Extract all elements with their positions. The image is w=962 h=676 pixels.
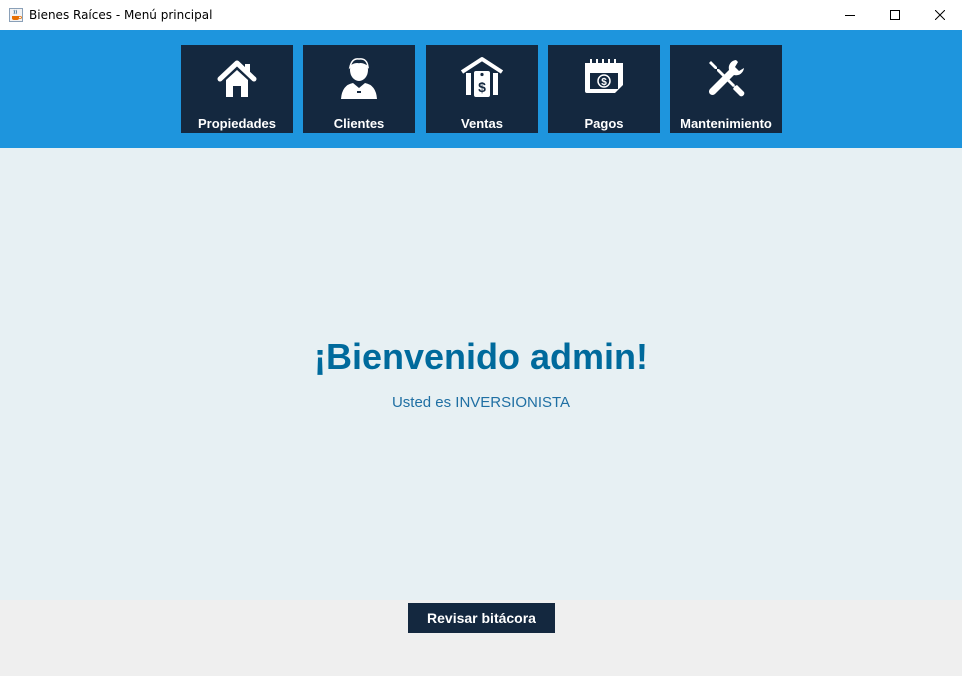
svg-text:$: $ [601, 77, 607, 88]
user-icon [341, 58, 377, 99]
minimize-button[interactable] [827, 0, 872, 30]
nav-button-propiedades[interactable]: Propiedades [181, 45, 293, 133]
maximize-button[interactable] [872, 0, 917, 30]
welcome-heading: ¡Bienvenido admin! [313, 336, 649, 377]
review-log-button[interactable]: Revisar bitácora [408, 603, 555, 633]
user-role-text: Usted es INVERSIONISTA [391, 394, 571, 411]
nav-label: Pagos [584, 116, 624, 131]
nav-button-clientes[interactable]: Clientes [303, 45, 415, 133]
close-button[interactable] [917, 0, 962, 30]
nav-label: Mantenimiento [680, 116, 772, 131]
house-icon [217, 60, 257, 97]
nav-button-pagos[interactable]: $ Pagos [548, 45, 660, 133]
main-menu-toolbar: Propiedades Clientes $ Ventas $ Pagos Ma… [0, 30, 962, 148]
nav-label: Ventas [461, 116, 503, 131]
house-dollar-icon: $ [460, 57, 504, 97]
tools-icon [708, 60, 745, 97]
nav-button-mantenimiento[interactable]: Mantenimiento [670, 45, 782, 133]
minimize-icon [844, 15, 855, 16]
title-bar[interactable]: Bienes Raíces - Menú principal [0, 0, 962, 30]
svg-text:$: $ [478, 79, 486, 95]
welcome-panel: ¡Bienvenido admin! Usted es INVERSIONIST… [0, 148, 962, 600]
nav-label: Clientes [333, 116, 385, 131]
maximize-icon [889, 10, 900, 20]
java-coffee-icon [9, 8, 23, 22]
nav-label: Propiedades [197, 116, 277, 131]
window-controls [827, 0, 962, 30]
footer-bar: Revisar bitácora [0, 600, 962, 676]
nav-button-ventas[interactable]: $ Ventas [426, 45, 538, 133]
close-icon [934, 10, 945, 20]
window-title: Bienes Raíces - Menú principal [29, 8, 213, 22]
calendar-money-icon: $ [585, 59, 623, 93]
